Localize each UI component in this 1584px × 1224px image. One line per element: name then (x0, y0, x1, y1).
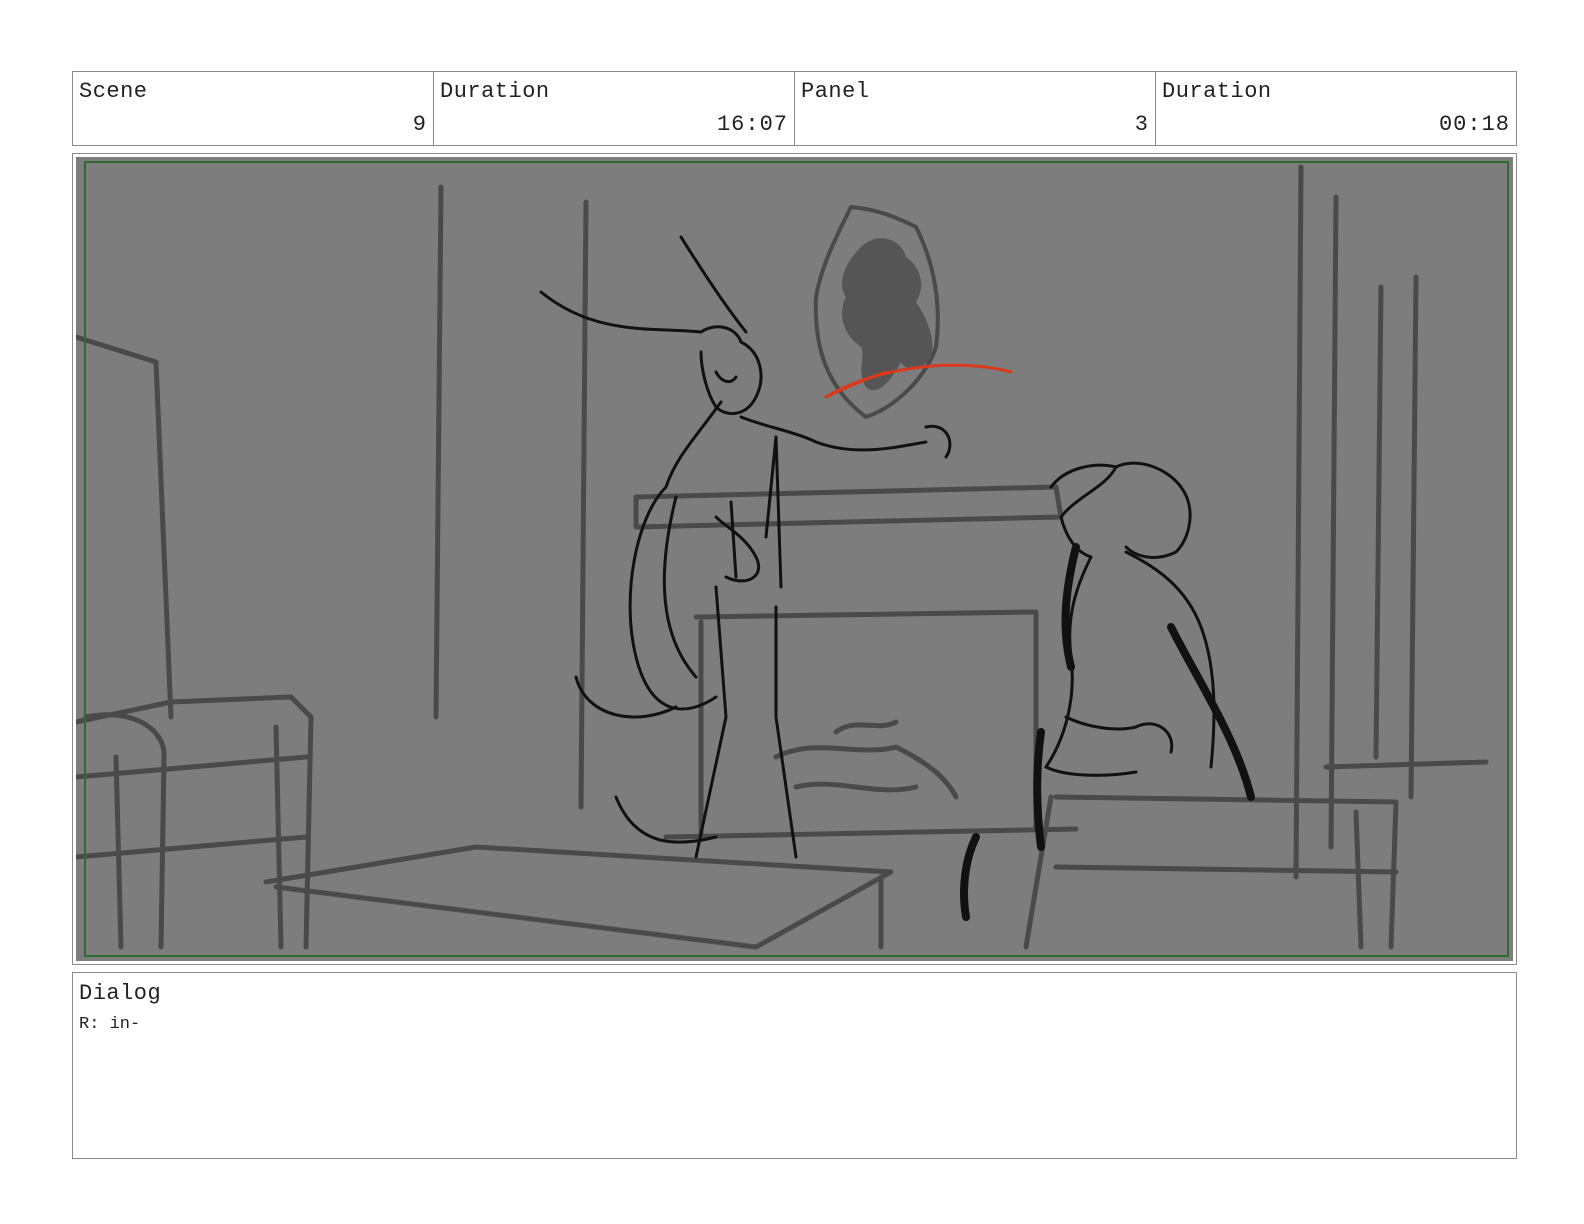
scene-duration-cell: Duration 16:07 (434, 72, 795, 145)
panel-label: Panel (801, 79, 870, 104)
panel-cell: Panel 3 (795, 72, 1156, 145)
panel-duration-label: Duration (1162, 79, 1272, 104)
storyboard-frame (72, 153, 1517, 965)
dialog-label: Dialog (79, 981, 162, 1006)
scene-duration-value: 16:07 (716, 112, 788, 137)
heavy-ink-strokes (960, 543, 1255, 921)
panel-info-header: Scene 9 Duration 16:07 Panel 3 Duration … (72, 71, 1517, 146)
dialog-text: R: in- (79, 1015, 141, 1034)
scene-duration-label: Duration (440, 79, 550, 104)
scene-label: Scene (79, 79, 148, 104)
storyboard-drawing (76, 157, 1513, 961)
panel-duration-value: 00:18 (1438, 112, 1510, 137)
panel-number: 3 (1134, 112, 1149, 137)
sketch-illustration (76, 164, 1489, 950)
scene-cell: Scene 9 (73, 72, 434, 145)
panel-duration-cell: Duration 00:18 (1156, 72, 1516, 145)
dialog-box: Dialog R: in- (72, 972, 1517, 1159)
scene-number: 9 (412, 112, 427, 137)
